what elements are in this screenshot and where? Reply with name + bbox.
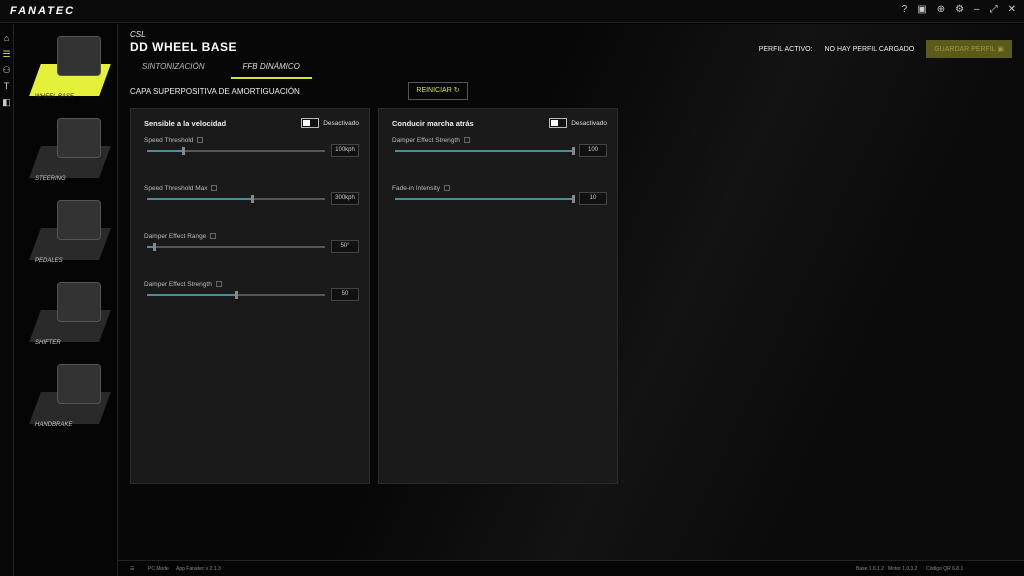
slider-handle[interactable] [251, 195, 254, 203]
reset-button[interactable]: REINICIAR ↻ [408, 82, 468, 100]
device-handbrake[interactable]: HANDBRAKE [15, 354, 117, 434]
toggle-label: Desactivado [571, 120, 607, 127]
help-icon[interactable]: ? [902, 4, 908, 15]
slider-fill [395, 198, 573, 200]
slider-value-input[interactable]: 50 [331, 288, 359, 301]
slider-fill [395, 150, 573, 152]
slider[interactable] [395, 150, 573, 152]
slider-handle[interactable] [572, 147, 575, 155]
tuning-icon[interactable]: ☰ [0, 46, 13, 62]
info-icon[interactable] [197, 137, 203, 143]
panel-title: Conducir marcha atrás [392, 119, 474, 128]
slider-row: Damper Effect Range 50° [144, 233, 359, 263]
toggle-switch[interactable] [549, 118, 567, 128]
device-image [57, 36, 101, 76]
device-label: HANDBRAKE [35, 422, 72, 428]
maximize-button[interactable]: ⤢ [990, 4, 998, 15]
device-label: WHEEL BASE [35, 94, 74, 100]
base-version: Base 1.6.1.2 [856, 566, 884, 572]
info-icon[interactable] [210, 233, 216, 239]
page-title: DD WHEEL BASE [130, 40, 237, 54]
device-image [57, 364, 101, 404]
info-icon[interactable] [464, 137, 470, 143]
slider-handle[interactable] [235, 291, 238, 299]
slider-value-input[interactable]: 100kph [331, 144, 359, 157]
app-version: App Fanatec v 2.1.3 [176, 566, 221, 572]
title-bar: FANATEC ? ▣ ⊕ ⚙–⤢ ✕ [0, 0, 1024, 23]
panel-title: Sensible a la velocidad [144, 119, 226, 128]
slider[interactable] [147, 294, 325, 296]
slider-label: Fade-in Intensity [392, 185, 440, 192]
slider-row: Damper Effect Strength 50 [144, 281, 359, 311]
pc-mode: PC Mode [148, 566, 169, 572]
device-subtitle: CSL [130, 30, 146, 39]
profile-value: NO HAY PERFIL CARGADO [825, 46, 915, 53]
slider-value-input[interactable]: 300kph [331, 192, 359, 205]
qr-version: Código QR 6.8.1 [926, 566, 963, 572]
slider[interactable] [147, 198, 325, 200]
slider-row: Speed Threshold Max 300kph [144, 185, 359, 215]
device-steering[interactable]: STEERING [15, 108, 117, 188]
slider-fill [147, 294, 236, 296]
minimize-button[interactable]: – [974, 4, 980, 15]
device-label: PEDALES [35, 258, 63, 264]
slider-handle[interactable] [182, 147, 185, 155]
info-icon[interactable] [444, 185, 450, 191]
fanatec-logo: FANATEC [10, 5, 75, 17]
slider-label: Speed Threshold [144, 137, 193, 144]
device-shifter[interactable]: SHIFTER [15, 272, 117, 352]
fanatec-icon: ☰ [130, 566, 134, 572]
device-label: STEERING [35, 176, 66, 182]
status-bar: ☰ PC Mode App Fanatec v 2.1.3 Base 1.6.1… [118, 560, 1024, 576]
slider-value-input[interactable]: 50° [331, 240, 359, 253]
toggle-label: Desactivado [323, 120, 359, 127]
device-list: WHEEL BASE STEERING PEDALES SHIFTER HANDBRAK… [15, 24, 118, 576]
nav-rail: ⌂☰⚇T◧ [0, 24, 14, 576]
close-button[interactable]: ✕ [1008, 4, 1016, 15]
slider-value-input[interactable]: 100 [579, 144, 607, 157]
slider-fill [147, 198, 252, 200]
settings-icon[interactable]: ⚙ [955, 4, 964, 15]
display-icon[interactable]: ▣ [917, 4, 926, 15]
slider-label: Speed Threshold Max [144, 185, 207, 192]
globe-icon[interactable]: ⊕ [937, 4, 945, 15]
text-icon[interactable]: T [0, 78, 13, 94]
profile-label: PERFIL ACTIVO: [759, 46, 813, 53]
profiles-icon[interactable]: ⚇ [0, 62, 13, 78]
slider-handle[interactable] [153, 243, 156, 251]
save-profile-button[interactable]: GUARDAR PERFIL ▣ [926, 40, 1012, 58]
tab-ffb-dinamico[interactable]: FFB DINÁMICO [231, 60, 312, 79]
slider-value-input[interactable]: 10 [579, 192, 607, 205]
section-title: CAPA SUPERPOSITIVA DE AMORTIGUACIÓN [130, 87, 300, 96]
tab-sintonizacion[interactable]: SINTONIZACIÓN [130, 60, 217, 79]
info-icon[interactable] [211, 185, 217, 191]
device-image [57, 282, 101, 322]
slider-row: Speed Threshold 100kph [144, 137, 359, 167]
info-icon[interactable] [216, 281, 222, 287]
slider[interactable] [395, 198, 573, 200]
panel-0: Sensible a la velocidad Desactivado Spee… [130, 108, 370, 484]
slider-row: Fade-in Intensity 10 [392, 185, 607, 215]
toggle[interactable]: Desactivado [301, 118, 359, 128]
toggle[interactable]: Desactivado [549, 118, 607, 128]
main-content: CSL DD WHEEL BASE SINTONIZACIÓN FFB DINÁ… [118, 24, 1024, 560]
slider-label: Damper Effect Strength [392, 137, 460, 144]
slider-row: Damper Effect Strength 100 [392, 137, 607, 167]
home-icon[interactable]: ⌂ [0, 30, 13, 46]
device-label: SHIFTER [35, 340, 61, 346]
slider[interactable] [147, 150, 325, 152]
slider-label: Damper Effect Range [144, 233, 206, 240]
panel-1: Conducir marcha atrás Desactivado Damper… [378, 108, 618, 484]
device-wheel-base[interactable]: WHEEL BASE [15, 26, 117, 106]
motor-version: Motor 1.0.3.2 [888, 566, 917, 572]
device-image [57, 200, 101, 240]
device-icon[interactable]: ◧ [0, 94, 13, 110]
slider-handle[interactable] [572, 195, 575, 203]
toggle-switch[interactable] [301, 118, 319, 128]
slider-label: Damper Effect Strength [144, 281, 212, 288]
slider-fill [147, 150, 183, 152]
device-image [57, 118, 101, 158]
device-pedales[interactable]: PEDALES [15, 190, 117, 270]
slider[interactable] [147, 246, 325, 248]
